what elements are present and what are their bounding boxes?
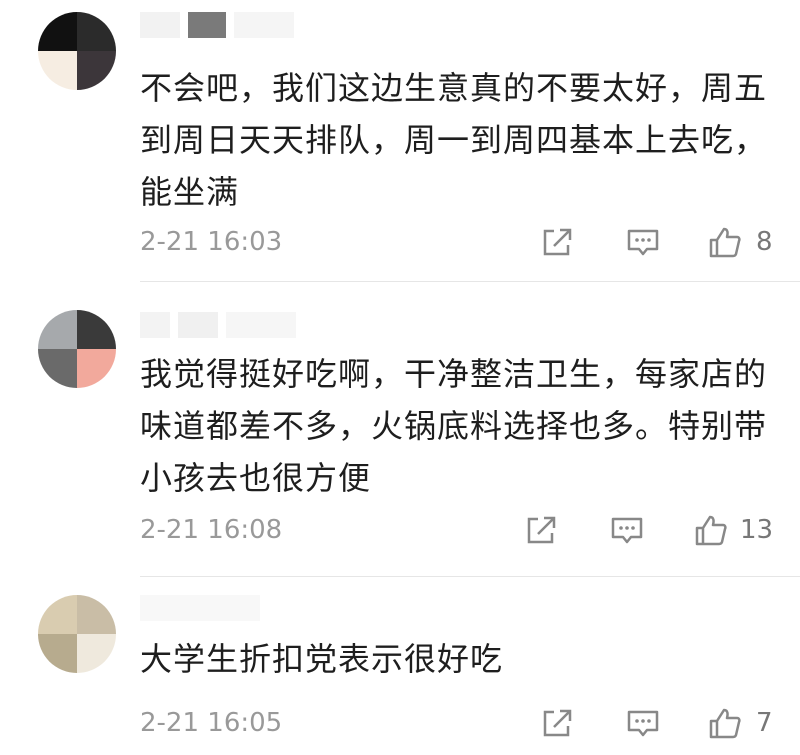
- timestamp: 2-21 16:08: [140, 515, 283, 545]
- comment-icon[interactable]: [626, 226, 660, 258]
- timestamp: 2-21 16:03: [140, 227, 283, 257]
- comment-icon[interactable]: [626, 707, 660, 739]
- like-icon[interactable]: [708, 707, 742, 739]
- comment-item: 我觉得挺好吃啊，干净整洁卫生，每家店的 味道都差不多，火锅底料选择也多。特别带 …: [0, 282, 800, 572]
- comment-text: 大学生折扣党表示很好吃: [140, 640, 504, 678]
- comment-item: 不会吧，我们这边生意真的不要太好，周五 到周日天天排队，周一到周四基本上去吃， …: [0, 0, 800, 280]
- share-icon[interactable]: [540, 226, 574, 258]
- comment-text: 不会吧，我们这边生意真的不要太好，周五 到周日天天排队，周一到周四基本上去吃， …: [140, 69, 768, 211]
- share-icon[interactable]: [540, 707, 574, 739]
- comment-meta: 2-21 16:05 7: [0, 703, 800, 743]
- like-icon[interactable]: [708, 226, 742, 258]
- avatar[interactable]: [38, 12, 116, 90]
- username-blurred[interactable]: [140, 12, 340, 38]
- like-count: 13: [740, 515, 774, 545]
- comment-meta: 2-21 16:08 13: [0, 510, 800, 550]
- username-blurred[interactable]: [140, 312, 340, 338]
- comment-item: 大学生折扣党表示很好吃 2-21 16:05 7: [0, 577, 800, 755]
- like-count: 7: [756, 708, 773, 738]
- comment-text: 我觉得挺好吃啊，干净整洁卫生，每家店的 味道都差不多，火锅底料选择也多。特别带 …: [140, 355, 768, 497]
- avatar[interactable]: [38, 310, 116, 388]
- username-blurred[interactable]: [140, 595, 340, 621]
- like-count: 8: [756, 227, 773, 257]
- avatar[interactable]: [38, 595, 116, 673]
- comment-meta: 2-21 16:03 8: [0, 222, 800, 262]
- comment-icon[interactable]: [610, 514, 644, 546]
- share-icon[interactable]: [524, 514, 558, 546]
- like-icon[interactable]: [694, 514, 728, 546]
- timestamp: 2-21 16:05: [140, 708, 283, 738]
